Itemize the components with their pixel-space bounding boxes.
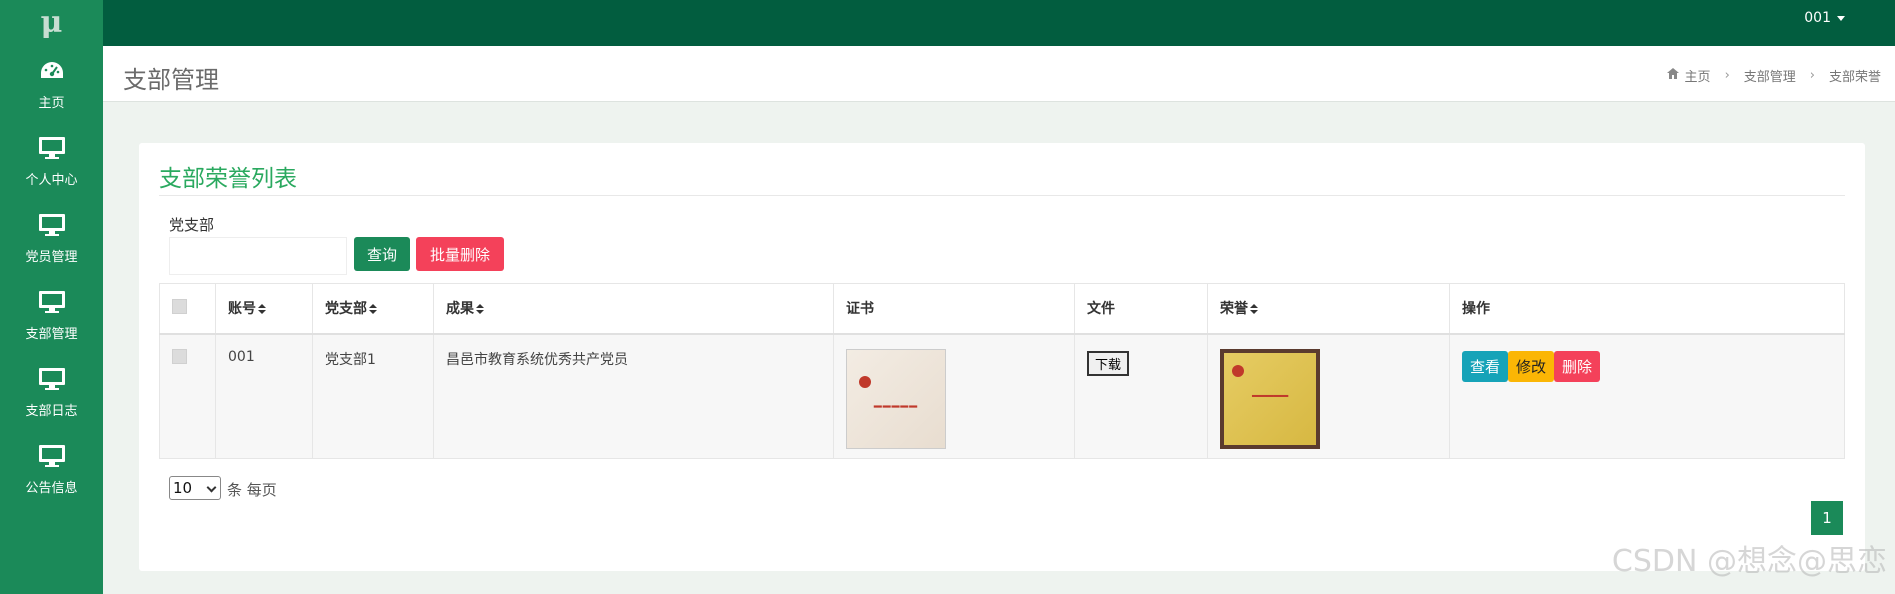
dashboard-icon: [38, 58, 66, 84]
sort-icon: [369, 304, 377, 315]
cell-actions: 查看 修改 删除: [1449, 333, 1845, 459]
col-branch[interactable]: 党支部: [312, 283, 434, 335]
page-size-suffix: 条 每页: [227, 481, 277, 499]
monitor-icon: [38, 443, 66, 469]
user-name: 001: [1804, 10, 1831, 26]
delete-button[interactable]: 删除: [1554, 350, 1601, 382]
sidebar-item-notices[interactable]: 公告信息: [0, 431, 103, 508]
branch-filter-label: 党支部: [169, 216, 215, 234]
table-row: 001 党支部1 昌邑市教育系统优秀共产党员 ━━━━━ 下载 ━━━━━ 查看…: [159, 333, 1845, 459]
branch-filter-input[interactable]: [169, 237, 347, 275]
cell-account: 001: [215, 333, 313, 459]
divider: [159, 195, 1845, 196]
row-checkbox[interactable]: [172, 348, 187, 364]
sidebar-item-label: 主页: [38, 96, 65, 111]
sidebar-item-branches[interactable]: 支部管理: [0, 277, 103, 354]
col-achievement[interactable]: 成果: [433, 283, 834, 335]
sidebar-item-label: 支部管理: [25, 327, 78, 342]
pagination-page-current[interactable]: 1: [1811, 501, 1843, 535]
sidebar-item-label: 公告信息: [25, 481, 78, 496]
logo[interactable]: μ: [0, 0, 103, 46]
content-header: 支部管理 主页 › 支部管理 › 支部荣誉: [103, 46, 1895, 102]
sidebar-item-label: 党员管理: [25, 250, 78, 265]
monitor-icon: [38, 366, 66, 392]
col-certificate: 证书: [833, 283, 1075, 335]
table-header-row: 账号 党支部 成果 证书 文件 荣誉 操作: [159, 283, 1845, 335]
user-menu[interactable]: 001: [1804, 10, 1845, 26]
cell-file: 下载: [1074, 333, 1208, 459]
cell-certificate: ━━━━━: [833, 333, 1075, 459]
honor-table: 账号 党支部 成果 证书 文件 荣誉 操作 001 党支部1 昌邑市教育系统优秀…: [159, 283, 1845, 459]
col-honor[interactable]: 荣誉: [1207, 283, 1450, 335]
certificate-image[interactable]: ━━━━━: [846, 348, 946, 449]
breadcrumb: 主页 › 支部管理 › 支部荣誉: [1666, 66, 1881, 85]
page-size-select[interactable]: 10: [169, 476, 221, 500]
honor-list-card: 支部荣誉列表 党支部 查询 批量删除 账号 党支部 成果 证书 文件 荣誉 操作…: [139, 143, 1865, 571]
download-button[interactable]: 下载: [1087, 350, 1130, 376]
sort-icon: [258, 304, 266, 315]
sidebar-item-home[interactable]: 主页: [0, 46, 103, 123]
cell-honor: ━━━━━: [1207, 333, 1450, 459]
sidebar: 主页 个人中心 党员管理 支部管理 支部日志 公告信息: [0, 46, 103, 594]
card-title: 支部荣誉列表: [159, 166, 297, 192]
cell-branch: 党支部1: [312, 333, 434, 459]
monitor-icon: [38, 212, 66, 238]
row-actions: 查看 修改 删除: [1462, 350, 1832, 382]
select-all-checkbox[interactable]: [172, 298, 187, 314]
chevron-right-icon: ›: [1724, 68, 1730, 83]
watermark: CSDN @想念@思恋: [1611, 544, 1887, 579]
honor-image[interactable]: ━━━━━: [1220, 348, 1320, 449]
cell-achievement: 昌邑市教育系统优秀共产党员: [433, 333, 834, 459]
batch-delete-button[interactable]: 批量删除: [416, 237, 504, 271]
sidebar-item-label: 支部日志: [25, 404, 78, 419]
breadcrumb-link-home[interactable]: 主页: [1685, 66, 1711, 85]
col-account[interactable]: 账号: [215, 283, 313, 335]
party-emblem-icon: [1232, 364, 1244, 377]
col-actions: 操作: [1449, 283, 1845, 335]
page-title: 支部管理: [123, 66, 219, 94]
sidebar-item-logs[interactable]: 支部日志: [0, 354, 103, 431]
sort-icon: [1250, 304, 1258, 315]
sidebar-item-profile[interactable]: 个人中心: [0, 123, 103, 200]
logo-text: μ: [40, 5, 63, 40]
col-file: 文件: [1074, 283, 1208, 335]
home-icon: [1666, 68, 1679, 83]
view-button[interactable]: 查看: [1462, 350, 1509, 382]
caret-down-icon: [1837, 15, 1845, 21]
sort-icon: [476, 304, 484, 315]
edit-button[interactable]: 修改: [1508, 350, 1555, 382]
query-button[interactable]: 查询: [354, 237, 410, 271]
monitor-icon: [38, 289, 66, 315]
monitor-icon: [38, 135, 66, 161]
sidebar-item-members[interactable]: 党员管理: [0, 200, 103, 277]
breadcrumb-link-branch[interactable]: 支部管理: [1744, 66, 1796, 85]
row-select-cell: [159, 333, 216, 459]
party-emblem-icon: [859, 375, 871, 388]
sidebar-item-label: 个人中心: [25, 173, 78, 188]
chevron-right-icon: ›: [1809, 68, 1815, 83]
top-navbar: μ 001: [0, 0, 1895, 46]
breadcrumb-current: 支部荣誉: [1828, 70, 1881, 85]
select-all-header: [159, 283, 216, 335]
chevron-down-icon: [206, 482, 217, 493]
